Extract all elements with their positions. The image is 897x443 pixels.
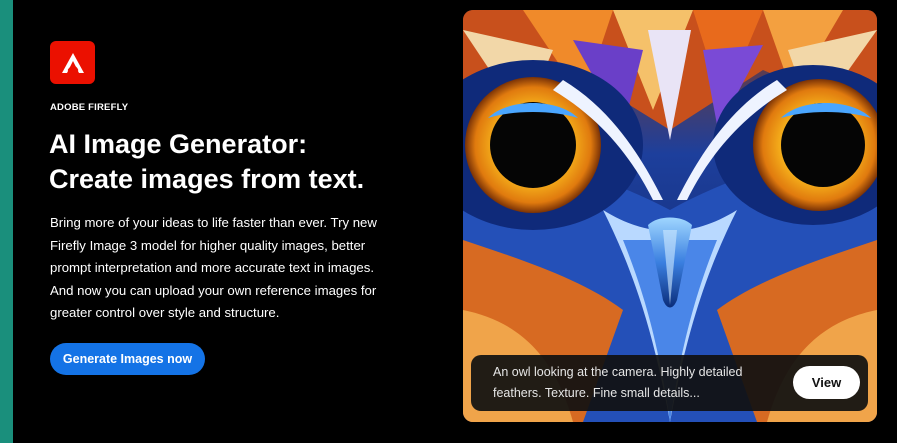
generate-images-button[interactable]: Generate Images now [50, 343, 205, 375]
showcase-image-card: An owl looking at the camera. Highly det… [463, 10, 877, 422]
page-title: AI Image Generator: Create images from t… [49, 127, 449, 197]
headline-line-2: Create images from text. [49, 164, 365, 194]
prompt-line-1: An owl looking at the camera. Highly det… [493, 365, 743, 379]
adobe-firefly-logo-icon[interactable] [50, 41, 95, 84]
view-button[interactable]: View [793, 366, 860, 399]
hero-description: Bring more of your ideas to life faster … [50, 215, 377, 321]
prompt-caption: An owl looking at the camera. Highly det… [471, 355, 868, 411]
hero-panel: ADOBE FIREFLY AI Image Generator: Create… [13, 0, 897, 443]
brand-label: ADOBE FIREFLY [50, 102, 129, 113]
prompt-text: An owl looking at the camera. Highly det… [493, 362, 793, 404]
headline-line-1: AI Image Generator: [49, 129, 308, 159]
prompt-line-2: feathers. Texture. Fine small details... [493, 386, 700, 400]
